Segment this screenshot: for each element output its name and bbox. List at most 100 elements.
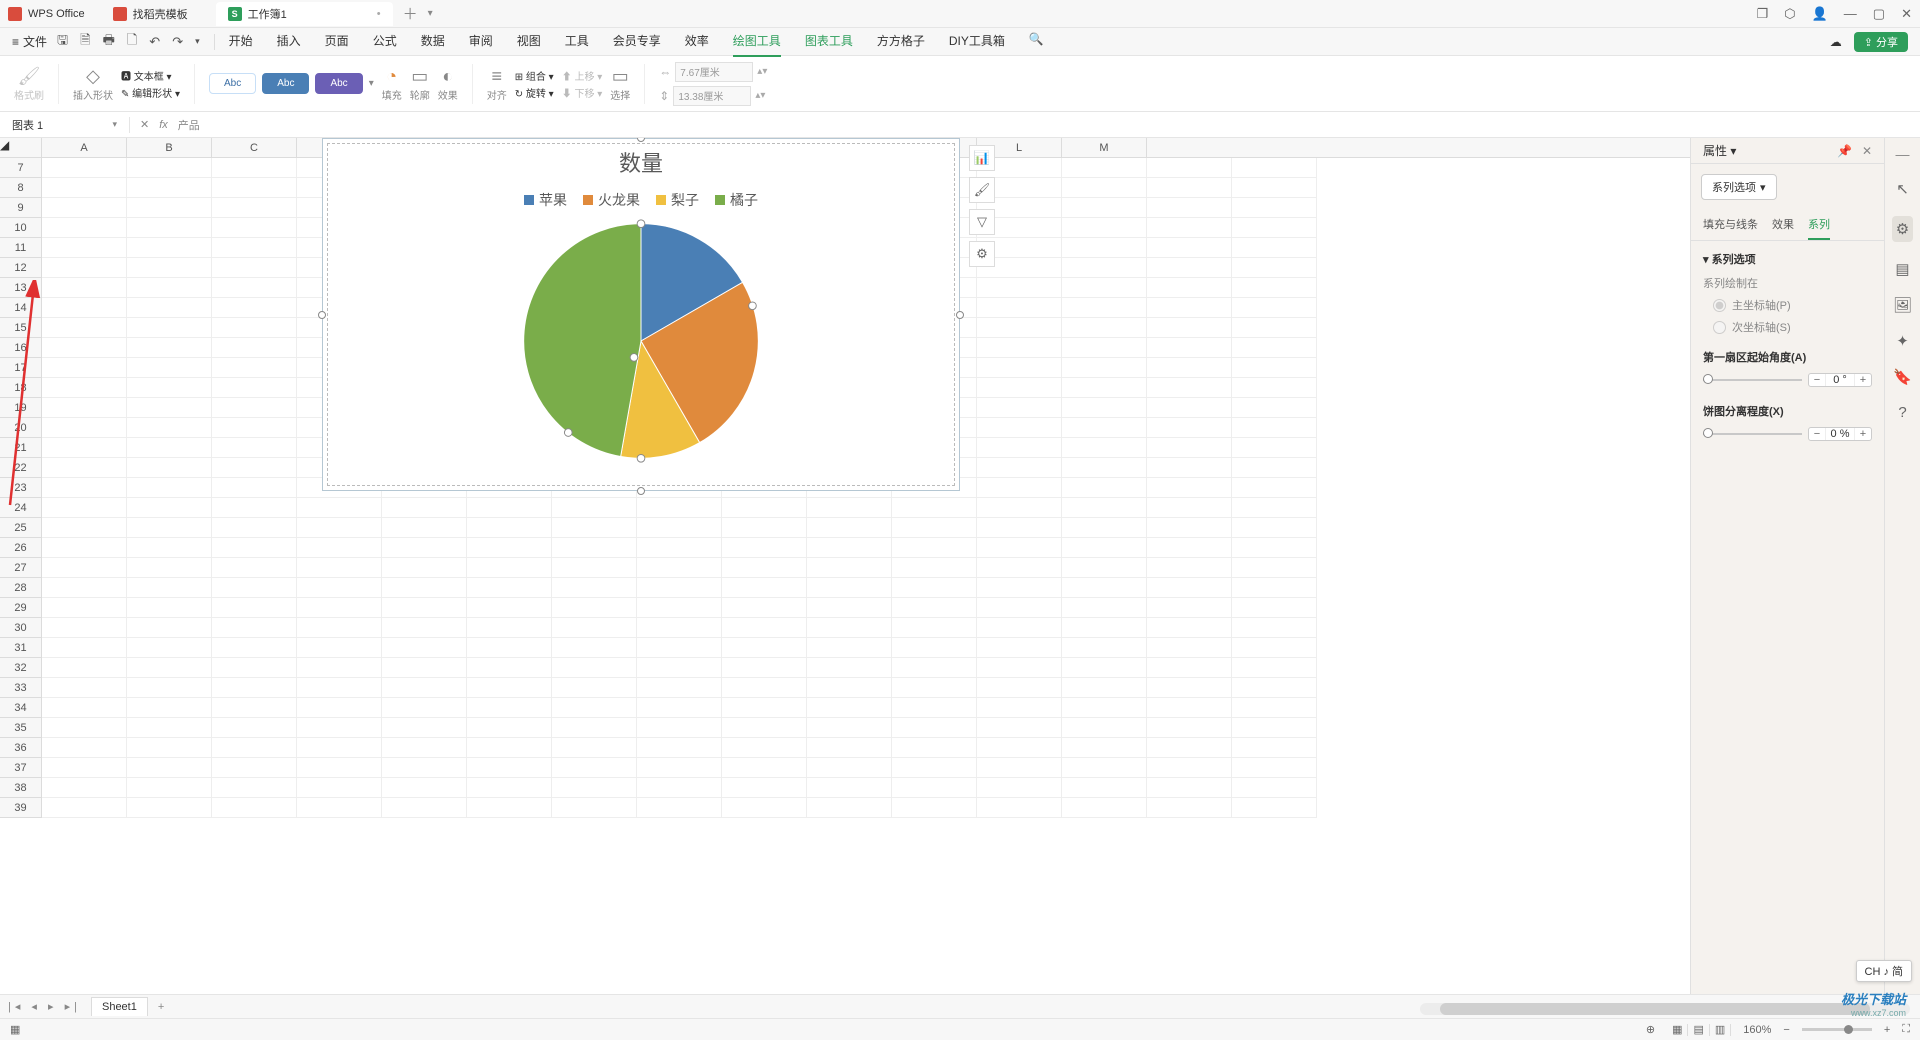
row-header-10[interactable]: 10 (0, 218, 41, 238)
resize-handle-n[interactable] (637, 138, 645, 142)
cube-icon[interactable]: ⬡ (1784, 6, 1795, 22)
layers-icon[interactable]: ▤ (1895, 260, 1909, 278)
format-painter-button[interactable]: 🖌格式刷 (14, 66, 44, 102)
chart-plot-area[interactable]: 数量 苹果火龙果梨子橘子 (327, 143, 955, 486)
zoom-in-button[interactable]: + (1884, 1024, 1890, 1036)
row-header-34[interactable]: 34 (0, 698, 41, 718)
resize-handle-s[interactable] (637, 487, 645, 495)
legend-item[interactable]: 梨子 (656, 190, 699, 210)
row-header-7[interactable]: 7 (0, 158, 41, 178)
row-header-21[interactable]: 21 (0, 438, 41, 458)
zoom-out-button[interactable]: − (1783, 1024, 1789, 1036)
print-preview-icon[interactable]: 🗋 (127, 31, 137, 53)
row-header-12[interactable]: 12 (0, 258, 41, 278)
save-icon[interactable]: 🖫 (57, 31, 68, 53)
row-header-28[interactable]: 28 (0, 578, 41, 598)
horizontal-scrollbar[interactable] (1420, 1003, 1910, 1015)
add-sheet-button[interactable]: + (158, 1001, 164, 1013)
help-icon[interactable]: ? (1898, 404, 1906, 421)
collapse-sidebar-icon[interactable]: — (1896, 146, 1910, 162)
subtab-fill[interactable]: 填充与线条 (1703, 210, 1758, 240)
tab-dropdown-icon[interactable]: ▾ (428, 8, 433, 19)
textbox-button[interactable]: 🅰 文本框 ▾ (121, 68, 180, 83)
chart-styles-button[interactable]: 🖌 (969, 177, 995, 203)
chart-elements-button[interactable]: 📊 (969, 145, 995, 171)
row-header-8[interactable]: 8 (0, 178, 41, 198)
tab-tools[interactable]: 工具 (565, 26, 589, 57)
fx-icon[interactable]: fx (159, 119, 168, 131)
col-header-C[interactable]: C (212, 138, 297, 157)
tab-insert[interactable]: 插入 (277, 26, 301, 57)
series-options-dropdown[interactable]: 系列选项 ▾ (1701, 174, 1777, 200)
tab-view[interactable]: 视图 (517, 26, 541, 57)
maximize-icon[interactable]: ▢ (1873, 6, 1885, 22)
row-header-35[interactable]: 35 (0, 718, 41, 738)
tab-page[interactable]: 页面 (325, 26, 349, 57)
shape-height-input[interactable] (673, 86, 751, 106)
row-header-25[interactable]: 25 (0, 518, 41, 538)
chart-title[interactable]: 数量 (328, 146, 954, 178)
angle-slider[interactable] (1703, 379, 1802, 381)
sheet-nav-arrows[interactable]: |◂ ◂ ▸ ▸| (8, 1000, 81, 1013)
view-pagelayout-icon[interactable]: ▥ (1710, 1024, 1731, 1036)
legend-item[interactable]: 火龙果 (583, 190, 640, 210)
row-header-15[interactable]: 15 (0, 318, 41, 338)
legend-item[interactable]: 橘子 (715, 190, 758, 210)
explosion-slider[interactable] (1703, 433, 1802, 435)
row-header-16[interactable]: 16 (0, 338, 41, 358)
tab-data[interactable]: 数据 (421, 26, 445, 57)
insert-shape-button[interactable]: ◇插入形状 (73, 66, 113, 102)
tab-chart-tools[interactable]: 图表工具 (805, 26, 853, 57)
fill-button[interactable]: ◔填充 (382, 66, 402, 102)
tab-start[interactable]: 开始 (229, 26, 253, 57)
zoom-slider-thumb[interactable] (1844, 1025, 1853, 1034)
tab-efficiency[interactable]: 效率 (685, 26, 709, 57)
bookmark-icon[interactable]: 🔖 (1893, 368, 1912, 386)
row-header-24[interactable]: 24 (0, 498, 41, 518)
export-icon[interactable]: 🗎 (80, 31, 90, 53)
angle-stepper[interactable]: − 0 ° + (1808, 373, 1872, 387)
col-header-B[interactable]: B (127, 138, 212, 157)
sheet-tab-1[interactable]: Sheet1 (91, 997, 148, 1016)
row-header-14[interactable]: 14 (0, 298, 41, 318)
subtab-series[interactable]: 系列 (1808, 210, 1830, 240)
row-header-18[interactable]: 18 (0, 378, 41, 398)
outline-button[interactable]: ▭轮廓 (410, 66, 430, 102)
avatar-icon[interactable]: 👤 (1812, 6, 1828, 22)
row-header-33[interactable]: 33 (0, 678, 41, 698)
row-header-23[interactable]: 23 (0, 478, 41, 498)
select-button[interactable]: ▭选择 (610, 66, 630, 102)
row-header-11[interactable]: 11 (0, 238, 41, 258)
shape-style-gallery[interactable]: Abc Abc Abc ▾ (209, 73, 374, 94)
move-down-button[interactable]: ⬇ 下移 ▾ (562, 85, 603, 100)
move-up-button[interactable]: ⬆ 上移 ▾ (562, 68, 603, 83)
subtab-effect[interactable]: 效果 (1772, 210, 1794, 240)
row-header-27[interactable]: 27 (0, 558, 41, 578)
row-header-39[interactable]: 39 (0, 798, 41, 818)
shape-style-2[interactable]: Abc (262, 73, 309, 94)
effect-button[interactable]: ◐效果 (438, 66, 458, 102)
tab-diy[interactable]: DIY工具箱 (949, 26, 1005, 57)
explosion-minus[interactable]: − (1809, 428, 1825, 440)
col-header-M[interactable]: M (1062, 138, 1147, 157)
share-button[interactable]: ⇪ 分享 (1854, 32, 1908, 52)
add-tab-button[interactable]: ＋ (403, 3, 418, 24)
tab-fang[interactable]: 方方格子 (877, 26, 925, 57)
row-header-20[interactable]: 20 (0, 418, 41, 438)
window-tile-icon[interactable]: ❐ (1757, 6, 1769, 22)
redo-icon[interactable]: ↷ (172, 34, 183, 50)
chart-object[interactable]: 数量 苹果火龙果梨子橘子 📊 🖌 ▽ ⚙ (322, 138, 960, 491)
spreadsheet[interactable]: ◢ ABCDEFGHIJKLM 789101112131415161718192… (0, 138, 1690, 994)
print-icon[interactable]: 🖶 (103, 31, 115, 53)
legend-item[interactable]: 苹果 (524, 190, 567, 210)
secondary-axis-radio[interactable]: 次坐标轴(S) (1713, 319, 1872, 335)
select-all-corner[interactable]: ◢ (0, 138, 42, 157)
pie-slice-橘子[interactable] (524, 224, 641, 457)
angle-minus[interactable]: − (1809, 374, 1825, 386)
row-header-22[interactable]: 22 (0, 458, 41, 478)
row-header-37[interactable]: 37 (0, 758, 41, 778)
row-header-13[interactable]: 13 (0, 278, 41, 298)
resize-handle-e[interactable] (956, 311, 964, 319)
row-header-32[interactable]: 32 (0, 658, 41, 678)
shape-style-3[interactable]: Abc (315, 73, 362, 94)
